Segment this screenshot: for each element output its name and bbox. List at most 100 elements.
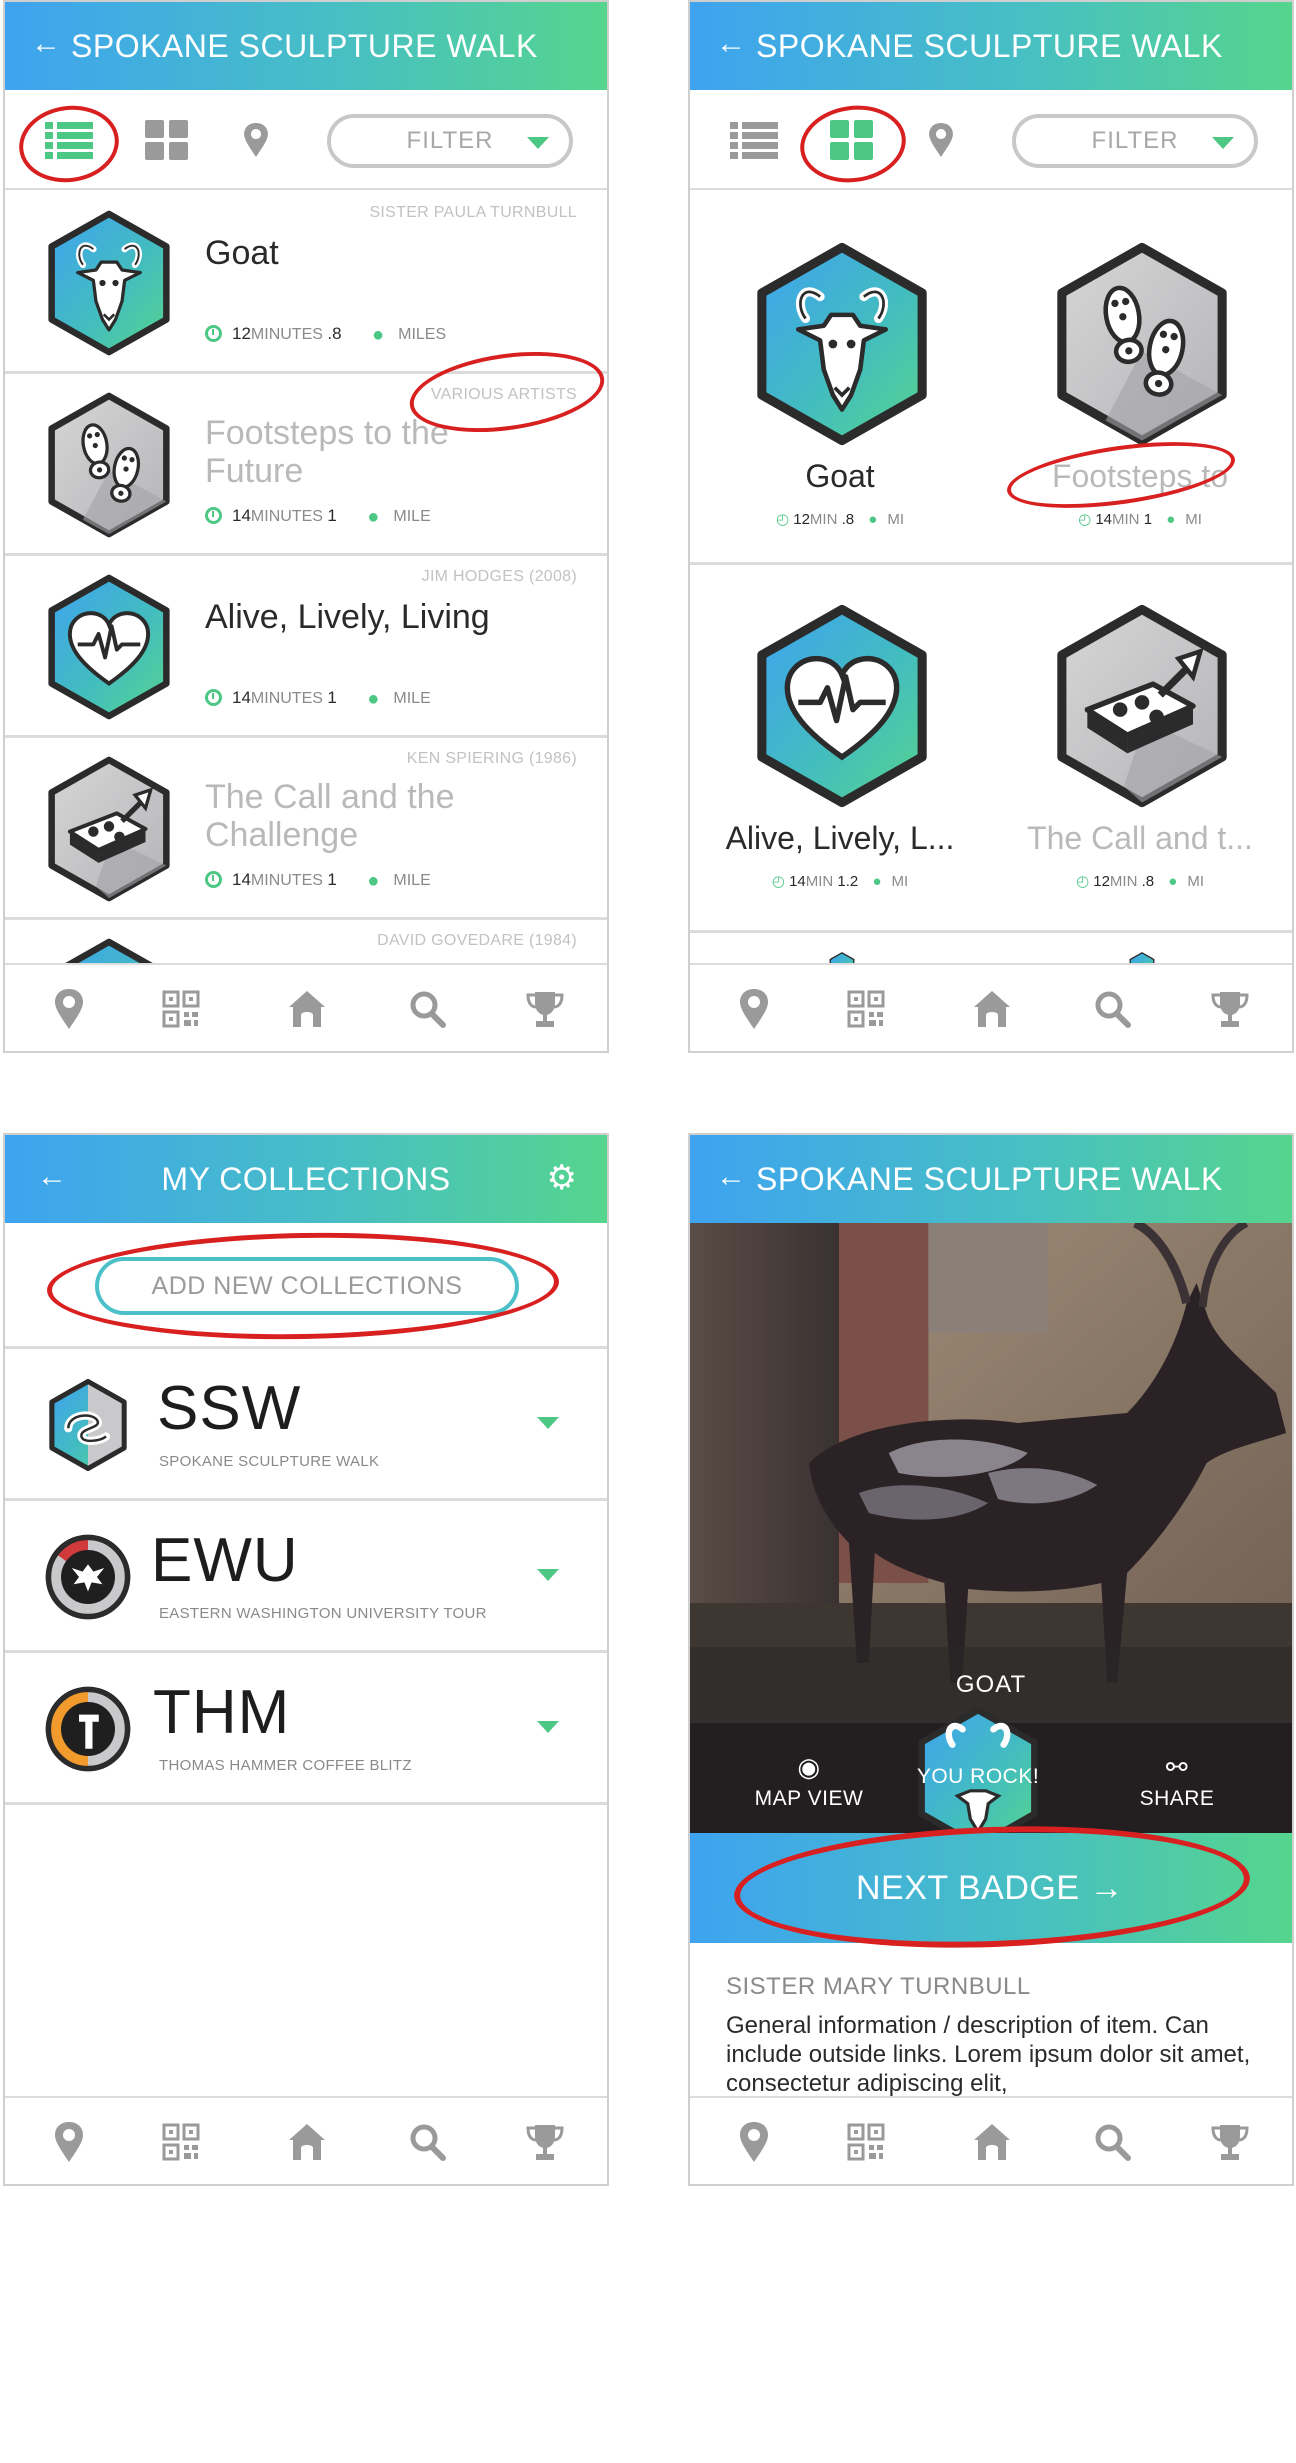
artist-label: SISTER MARY TURNBULL <box>726 1973 1031 2000</box>
chevron-down-icon <box>527 137 549 149</box>
clock-icon <box>205 689 222 706</box>
distance-value: 1 <box>327 506 337 525</box>
distance-value: 1.2 <box>837 873 859 890</box>
map-view-icon[interactable] <box>239 118 273 162</box>
search-icon[interactable] <box>1092 2120 1132 2164</box>
brick-trowel-icon <box>43 756 175 902</box>
chevron-down-icon[interactable] <box>537 1417 559 1429</box>
search-icon[interactable] <box>407 2120 447 2164</box>
chevron-down-icon[interactable] <box>537 1721 559 1733</box>
artist-label: DAVID GOVEDARE (1984) <box>377 932 577 949</box>
location-pin-icon: ● <box>367 870 380 892</box>
share-button[interactable]: ⚯ SHARE <box>1102 1753 1252 1811</box>
next-badge-button[interactable]: NEXT BADGE → <box>760 1845 1220 1931</box>
home-icon[interactable] <box>287 987 327 1031</box>
goat-icon <box>750 242 934 446</box>
qr-code-icon[interactable] <box>161 987 201 1031</box>
distance-unit: MILES <box>398 326 447 343</box>
collection-item[interactable]: THM THOMAS HAMMER COFFEE BLITZ <box>5 1653 607 1805</box>
map-pin-icon[interactable] <box>49 2120 89 2164</box>
list-item[interactable]: KEN SPIERING (1986) The Call and the Cha… <box>5 738 607 920</box>
header-title: MY COLLECTIONS <box>161 1161 451 1197</box>
grid-item[interactable]: Goat ◴ 12MIN .8 ● MI <box>690 192 990 552</box>
share-label: SHARE <box>1139 1787 1215 1810</box>
sculpture-name: The Call and t... <box>1027 820 1253 856</box>
distance-value: .8 <box>841 511 855 528</box>
location-pin-icon: ● <box>367 506 380 528</box>
clock-icon <box>205 325 222 342</box>
qr-code-icon[interactable] <box>846 2120 886 2164</box>
item-meta: ◴ 12MIN .8 ● MI <box>690 510 990 528</box>
minutes-unit: MINUTES <box>250 690 323 707</box>
search-icon[interactable] <box>1092 987 1132 1031</box>
list-item[interactable]: SISTER PAULA TURNBULL Goat 12MINUTES .8 … <box>5 192 607 374</box>
artist-label: KEN SPIERING (1986) <box>406 750 577 767</box>
collection-item[interactable]: SSW SPOKANE SCULPTURE WALK <box>5 1349 607 1501</box>
map-view-icon[interactable] <box>924 118 958 162</box>
home-icon[interactable] <box>972 987 1012 1031</box>
footprints-icon <box>43 392 175 538</box>
view-toolbar: FILTER <box>690 90 1292 190</box>
list-item[interactable]: VARIOUS ARTISTS Footsteps to the Future … <box>5 374 607 556</box>
list-view-icon[interactable] <box>730 120 778 160</box>
app-header: ← MY COLLECTIONS ⚙ <box>5 1135 607 1223</box>
map-pin-icon: ◉ <box>797 1752 821 1782</box>
clock-icon: ◴ <box>775 511 790 528</box>
bottom-nav <box>5 963 607 1051</box>
qr-code-icon[interactable] <box>161 2120 201 2164</box>
home-icon[interactable] <box>287 2120 327 2164</box>
ssw-logo-icon <box>49 1379 127 1471</box>
header-title: SPOKANE SCULPTURE WALK <box>756 28 1223 64</box>
clock-icon: ◴ <box>771 873 785 890</box>
chevron-down-icon <box>1212 137 1234 149</box>
minutes-unit: MIN <box>1112 511 1140 528</box>
map-view-label: MAP VIEW <box>754 1787 864 1810</box>
gear-icon[interactable]: ⚙ <box>547 1161 577 1195</box>
grid-view-icon[interactable] <box>145 120 189 160</box>
filter-dropdown[interactable]: FILTER <box>327 114 573 168</box>
trophy-icon[interactable] <box>1210 2120 1250 2164</box>
artist-label: JIM HODGES (2008) <box>421 568 577 585</box>
collection-abbr: EWU <box>151 1526 299 1595</box>
minutes-value: 14 <box>789 873 806 890</box>
minutes-unit: MINUTES <box>250 326 323 343</box>
add-collections-button[interactable]: ADD NEW COLLECTIONS <box>95 1257 519 1315</box>
trophy-icon[interactable] <box>1210 987 1250 1031</box>
arrow-left-icon[interactable]: ← <box>31 29 61 59</box>
filter-dropdown[interactable]: FILTER <box>1012 114 1258 168</box>
map-pin-icon[interactable] <box>734 2120 774 2164</box>
list-view-icon[interactable] <box>45 120 93 160</box>
qr-code-icon[interactable] <box>846 987 886 1031</box>
search-icon[interactable] <box>407 987 447 1031</box>
chevron-down-icon[interactable] <box>537 1569 559 1581</box>
add-collection-area: ADD NEW COLLECTIONS <box>5 1223 607 1349</box>
grid-item[interactable]: Alive, Lively, L... ◴ 14MIN 1.2 ● MI <box>690 554 990 914</box>
sculpture-name: Alive, Lively, Living <box>205 598 490 636</box>
distance-unit: MI <box>1187 873 1205 890</box>
collection-item[interactable]: EWU EASTERN WASHINGTON UNIVERSITY TOUR <box>5 1501 607 1653</box>
minutes-value: 14 <box>232 506 251 525</box>
map-pin-icon[interactable] <box>734 987 774 1031</box>
description-text: General information / description of ite… <box>726 2012 1251 2097</box>
grid-item[interactable]: The Call and t... ◴ 12MIN .8 ● MI <box>990 554 1290 914</box>
artist-label: SISTER PAULA TURNBULL <box>369 204 577 221</box>
app-header: ← SPOKANE SCULPTURE WALK <box>5 2 607 90</box>
map-view-button[interactable]: ◉ MAP VIEW <box>734 1753 884 1811</box>
clock-icon: ◴ <box>1075 873 1090 890</box>
grid-view-icon[interactable] <box>830 120 874 160</box>
arrow-left-icon[interactable]: ← <box>716 29 746 59</box>
item-meta: 14MINUTES 1 ● MILE <box>205 870 431 893</box>
bottom-nav <box>690 963 1292 1051</box>
home-icon[interactable] <box>972 2120 1012 2164</box>
list-item[interactable]: JIM HODGES (2008) Alive, Lively, Living … <box>5 556 607 738</box>
app-header: ← SPOKANE SCULPTURE WALK <box>690 2 1292 90</box>
arrow-left-icon[interactable]: ← <box>716 1162 746 1192</box>
grid-view-screen: ← SPOKANE SCULPTURE WALK FILTER Goat ◴ 1… <box>688 0 1294 1053</box>
map-pin-icon[interactable] <box>49 987 89 1031</box>
trophy-icon[interactable] <box>525 2120 565 2164</box>
minutes-value: 12 <box>793 511 810 528</box>
distance-value: .8 <box>1141 873 1155 890</box>
trophy-icon[interactable] <box>525 987 565 1031</box>
grid-item[interactable]: Footsteps to ◴ 14MIN 1 ● MI <box>990 192 1290 552</box>
distance-unit: MILE <box>393 690 431 707</box>
